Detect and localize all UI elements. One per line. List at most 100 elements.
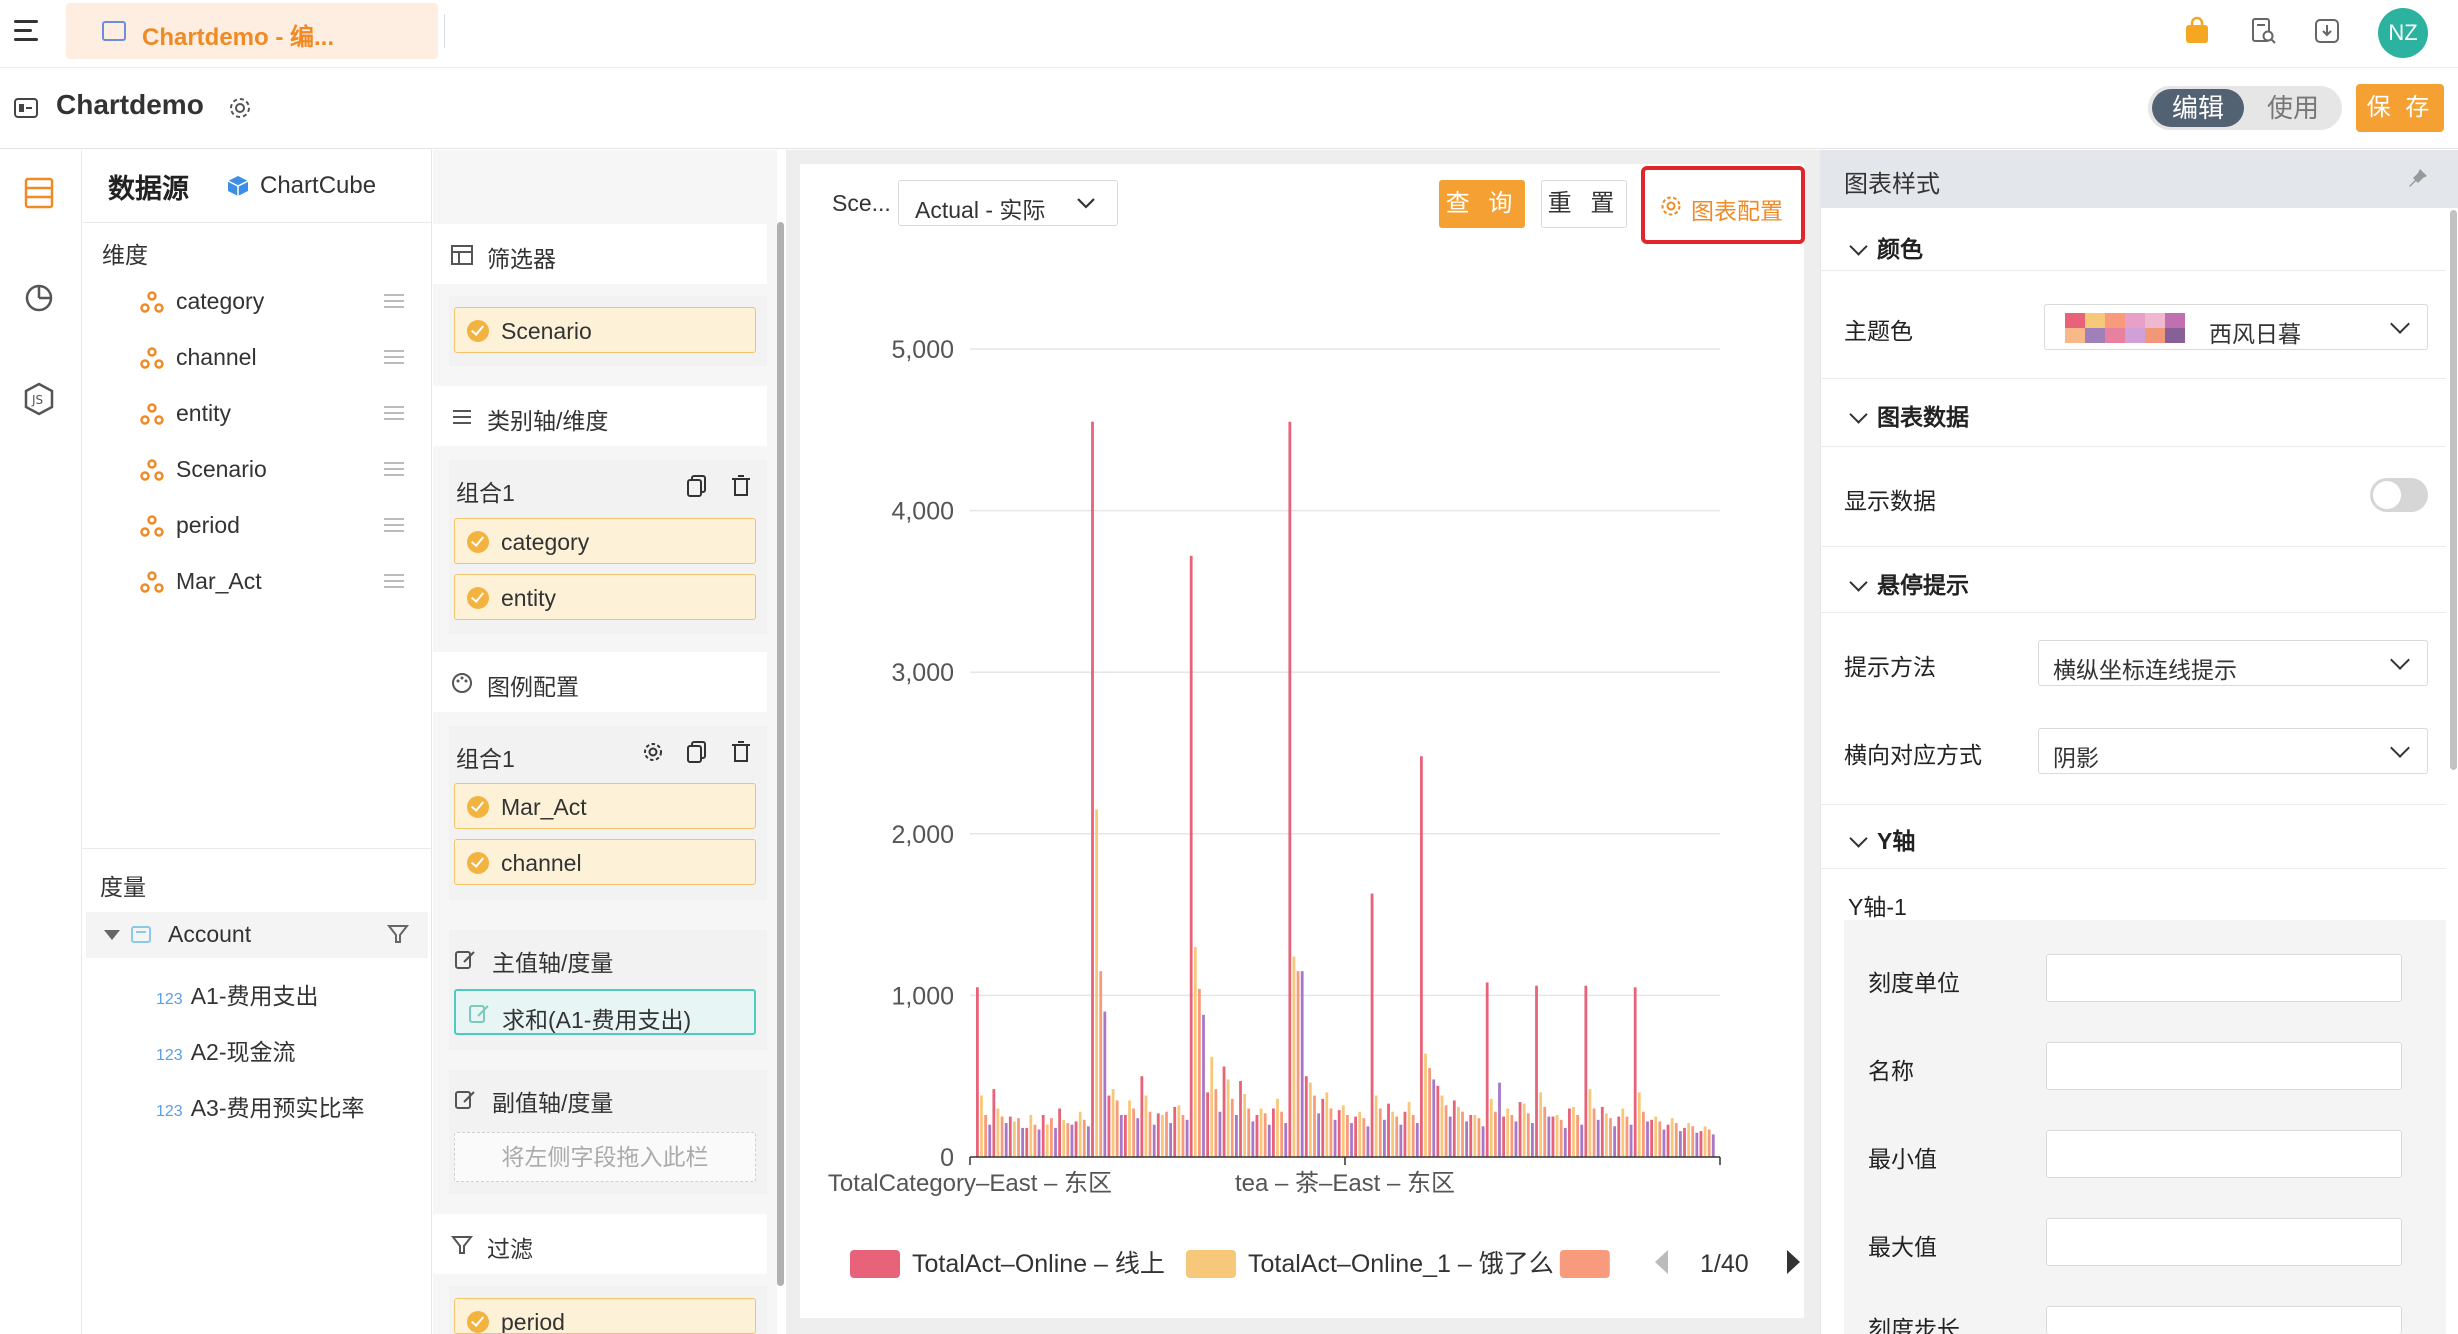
bar[interactable] — [1621, 1108, 1625, 1157]
bar[interactable] — [1317, 1113, 1321, 1157]
bar[interactable] — [1210, 1056, 1214, 1157]
bar[interactable] — [1115, 1100, 1119, 1157]
bar[interactable] — [1448, 1116, 1452, 1157]
bar[interactable] — [1062, 1119, 1066, 1157]
bar[interactable] — [1119, 1114, 1123, 1157]
shopping-bag-icon[interactable] — [2182, 16, 2212, 46]
bar[interactable] — [992, 1089, 996, 1157]
bar[interactable] — [1514, 1121, 1518, 1157]
bar[interactable] — [1695, 1132, 1699, 1157]
bar[interactable] — [1325, 1092, 1329, 1157]
bar[interactable] — [1633, 987, 1637, 1157]
bar[interactable] — [1572, 1106, 1575, 1157]
bar[interactable] — [1625, 1116, 1629, 1157]
bar[interactable] — [1173, 1106, 1177, 1157]
drag-handle-icon[interactable] — [384, 406, 404, 420]
bar[interactable] — [1247, 1108, 1251, 1157]
bar[interactable] — [1674, 1123, 1678, 1157]
bar[interactable] — [1346, 1114, 1349, 1157]
bar[interactable] — [1432, 1079, 1436, 1157]
bar[interactable] — [1070, 1124, 1074, 1157]
data-section-toggle[interactable]: 图表数据 — [1849, 398, 1969, 432]
bar[interactable] — [1555, 1114, 1559, 1157]
bar[interactable] — [1473, 1114, 1477, 1157]
bar[interactable] — [1333, 1119, 1337, 1157]
bar[interactable] — [1033, 1124, 1037, 1157]
bar[interactable] — [1551, 1116, 1555, 1157]
scrollbar[interactable] — [777, 222, 784, 1286]
trash-icon[interactable] — [730, 474, 752, 498]
bar[interactable] — [1485, 982, 1489, 1157]
bar[interactable] — [1592, 1108, 1596, 1157]
bar[interactable] — [1037, 1129, 1041, 1157]
bar[interactable] — [1300, 971, 1304, 1157]
bar[interactable] — [1506, 1108, 1510, 1157]
measure-item[interactable]: 123 A3-费用预实比率 — [156, 1089, 365, 1123]
bar[interactable] — [1452, 1100, 1456, 1157]
tooltip-method-select[interactable]: 横纵坐标连线提示 — [2038, 640, 2428, 686]
bar[interactable] — [1383, 1119, 1386, 1157]
bar[interactable] — [1679, 1131, 1682, 1157]
bar[interactable] — [1041, 1114, 1045, 1157]
bar[interactable] — [1058, 1108, 1062, 1157]
bar[interactable] — [1161, 1114, 1164, 1157]
bar[interactable] — [1185, 1119, 1189, 1157]
use-mode-button[interactable]: 使用 — [2248, 89, 2338, 127]
bar[interactable] — [1066, 1123, 1070, 1157]
bar[interactable] — [1539, 1092, 1543, 1157]
bar[interactable] — [1596, 1119, 1600, 1157]
bar[interactable] — [1087, 1126, 1090, 1157]
yaxis-section-toggle[interactable]: Y轴 — [1849, 822, 1915, 856]
bar[interactable] — [1144, 1095, 1148, 1157]
bar[interactable] — [1198, 988, 1201, 1157]
bar[interactable] — [1284, 1123, 1288, 1157]
bar[interactable] — [1481, 1126, 1485, 1157]
dimension-item[interactable]: Scenario — [140, 452, 410, 488]
bar[interactable] — [1214, 1089, 1218, 1157]
bar[interactable] — [1169, 1123, 1173, 1157]
bar[interactable] — [1239, 1081, 1242, 1157]
bar[interactable] — [1140, 1076, 1144, 1157]
bar[interactable] — [1132, 1108, 1136, 1157]
bar[interactable] — [1642, 1111, 1645, 1157]
bar[interactable] — [1703, 1126, 1707, 1157]
bar[interactable] — [1403, 1111, 1407, 1157]
bar[interactable] — [1017, 1118, 1020, 1157]
bar[interactable] — [1235, 1114, 1238, 1157]
gear-icon[interactable] — [642, 740, 664, 764]
bar[interactable] — [1395, 1116, 1399, 1157]
bar[interactable] — [1136, 1118, 1140, 1157]
bar[interactable] — [1313, 1095, 1316, 1157]
bar[interactable] — [1646, 1121, 1649, 1157]
bar[interactable] — [1202, 1014, 1205, 1157]
bar[interactable] — [1387, 1103, 1390, 1157]
bar[interactable] — [1288, 421, 1292, 1158]
bar[interactable] — [1251, 1121, 1255, 1157]
bar[interactable] — [1576, 1114, 1580, 1157]
prev-page-icon[interactable] — [1655, 1250, 1668, 1274]
bar[interactable] — [1025, 1127, 1029, 1157]
field-pill[interactable]: entity — [454, 574, 756, 620]
bar[interactable] — [1366, 1126, 1370, 1157]
bar[interactable] — [1177, 1105, 1181, 1157]
bar[interactable] — [1259, 1108, 1263, 1157]
query-button[interactable]: 查 询 — [1439, 180, 1525, 228]
data-list-icon[interactable] — [22, 176, 56, 210]
bar[interactable] — [1436, 1085, 1440, 1157]
bar[interactable] — [1337, 1110, 1341, 1157]
bar[interactable] — [976, 987, 979, 1157]
drag-handle-icon[interactable] — [384, 574, 404, 588]
bar[interactable] — [1000, 1116, 1004, 1157]
bar[interactable] — [980, 1095, 983, 1157]
bar[interactable] — [1029, 1114, 1033, 1157]
step-input[interactable] — [2046, 1306, 2402, 1334]
bar[interactable] — [1189, 555, 1193, 1157]
field-pill[interactable]: 求和(A1-费用支出) — [454, 989, 756, 1035]
bar[interactable] — [988, 1124, 992, 1157]
bar[interactable] — [1584, 985, 1588, 1157]
bar[interactable] — [1580, 1124, 1584, 1157]
legend-label[interactable]: TotalAct–Online – 线上 — [912, 1250, 1165, 1278]
pin-icon[interactable] — [2406, 166, 2430, 190]
bar[interactable] — [1699, 1131, 1703, 1157]
bar[interactable] — [1078, 1111, 1082, 1157]
